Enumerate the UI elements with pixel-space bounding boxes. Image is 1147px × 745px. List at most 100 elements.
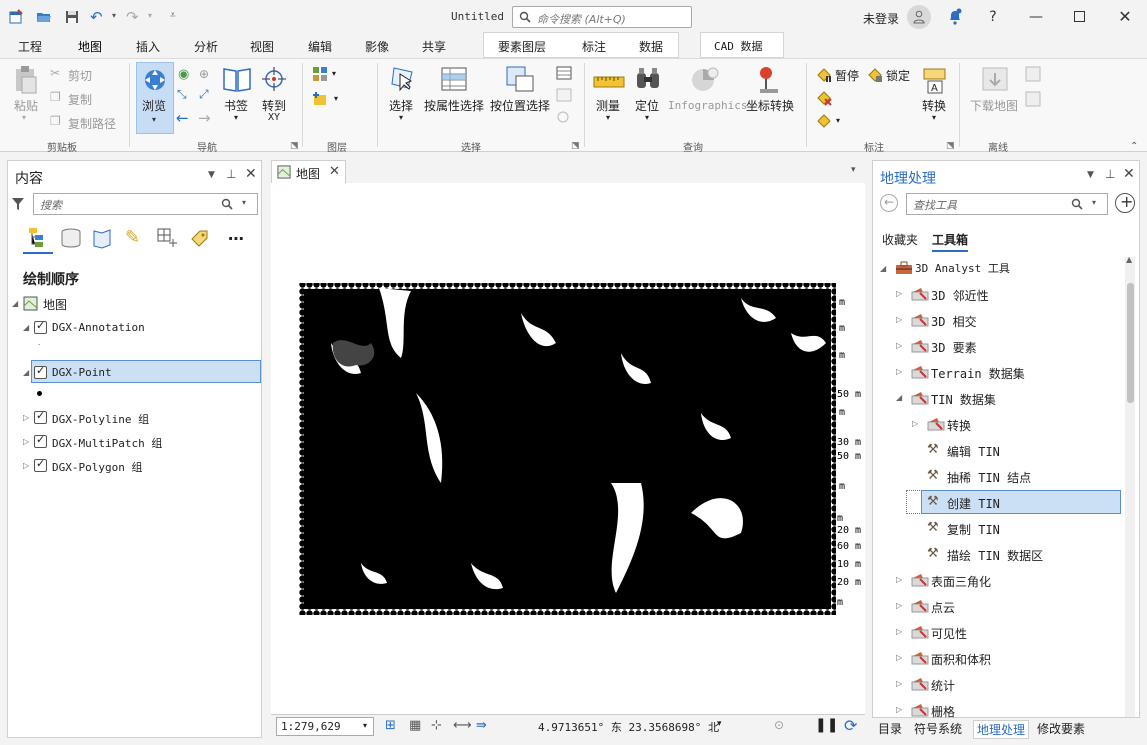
expand-map-icon[interactable]: ◢ — [12, 299, 18, 308]
tab-map[interactable]: 地图 — [78, 38, 103, 60]
pane-options-icon[interactable]: ▼ — [1087, 170, 1094, 180]
pause-labeling-icon[interactable] — [816, 67, 832, 83]
collapse-toolset-icon[interactable]: ▷ — [896, 679, 902, 688]
pause-labeling-button[interactable]: 暂停 — [835, 67, 859, 84]
coordinate-format-dropdown-icon[interactable]: ▾ — [717, 719, 722, 729]
toolset-item[interactable]: 点云 — [931, 599, 955, 623]
collapse-toolset-icon[interactable]: ▷ — [896, 601, 902, 610]
layer-visibility-checkbox[interactable] — [34, 433, 47, 448]
explore-button[interactable]: 浏览 ▾ — [136, 62, 174, 134]
collapse-toolset-icon[interactable]: ▷ — [896, 289, 902, 298]
layer-visibility-checkbox[interactable] — [34, 364, 47, 379]
copy-path-button[interactable]: 复制路径 — [68, 115, 116, 132]
maximize-button[interactable] — [1074, 11, 1085, 22]
find-tools-input[interactable]: 查找工具 ▾ — [906, 193, 1108, 215]
tab-feature-layer[interactable]: 要素图层 — [498, 38, 546, 55]
toolset-item[interactable]: 统计 — [931, 677, 955, 701]
layer-dgx-polyline[interactable]: DGX-Polyline 组 — [52, 411, 149, 427]
fixed-zoom-out-icon[interactable]: ⤢ — [199, 87, 209, 102]
toolset-item[interactable]: 3D 邻近性 — [931, 287, 989, 311]
snapping-icon[interactable]: ⊹ — [431, 718, 442, 733]
list-by-labeling-icon[interactable] — [188, 227, 210, 249]
tab-analysis[interactable]: 分析 — [194, 38, 218, 55]
locate-button[interactable]: 定位 — [635, 97, 659, 114]
collapse-layer-icon[interactable]: ▷ — [23, 437, 29, 446]
toolset-item[interactable]: 3D 相交 — [931, 313, 977, 337]
new-project-icon[interactable] — [8, 9, 24, 25]
pane-options-icon[interactable]: ▼ — [208, 170, 215, 180]
toolset-item[interactable]: 可见性 — [931, 625, 967, 649]
tab-view[interactable]: 视图 — [250, 38, 274, 55]
lock-labels-button[interactable]: 锁定 — [886, 67, 910, 84]
map-scale-selector[interactable]: 1:279,629 ▾ — [276, 717, 374, 736]
bookmarks-icon[interactable] — [222, 65, 252, 93]
toolbox-3d-analyst[interactable]: 3D Analyst 工具 — [915, 260, 1010, 284]
bottom-tab-geoprocessing[interactable]: 地理处理 — [973, 720, 1030, 739]
refresh-icon[interactable]: ⟳ — [844, 716, 857, 735]
tab-share[interactable]: 共享 — [422, 38, 446, 55]
collapse-toolset-icon[interactable]: ▷ — [896, 653, 902, 662]
toolset-item[interactable]: 表面三角化 — [931, 573, 991, 597]
toolset-item[interactable]: TIN 数据集 — [931, 391, 996, 415]
expand-toolset-icon[interactable]: ◢ — [896, 393, 902, 402]
toolset-item[interactable]: Terrain 数据集 — [931, 365, 1025, 389]
contents-search-input[interactable]: 搜索 ▾ — [33, 193, 258, 215]
basemap-icon[interactable] — [312, 66, 328, 82]
label-priority-icon[interactable] — [816, 113, 832, 129]
pin-icon[interactable]: ⊥ — [1105, 167, 1115, 181]
notification-bell-icon[interactable] — [947, 8, 963, 26]
list-by-drawing-order-button[interactable] — [23, 224, 53, 254]
locate-icon[interactable] — [634, 65, 662, 91]
tab-project[interactable]: 工程 — [18, 38, 42, 55]
select-by-attributes-icon[interactable] — [438, 64, 470, 94]
bottom-tab-catalog[interactable]: 目录 — [878, 720, 902, 737]
collapse-toolset-icon[interactable]: ▷ — [896, 367, 902, 376]
fixed-zoom-in-icon[interactable]: ⤡ — [177, 87, 187, 102]
tab-labeling[interactable]: 标注 — [582, 38, 606, 55]
layer-dgx-multipatch[interactable]: DGX-MultiPatch 组 — [52, 435, 162, 451]
more-options-icon[interactable]: ⋯ — [228, 229, 244, 248]
select-by-location-button[interactable]: 按位置选择 — [490, 97, 550, 114]
previous-extent-icon[interactable]: ← — [176, 109, 189, 127]
labeling-launcher-icon[interactable]: ⬔ — [946, 141, 955, 151]
paste-button[interactable]: 粘贴 — [14, 97, 38, 114]
measure-dropdown-icon[interactable]: ▾ — [606, 113, 610, 122]
select-by-attributes-button[interactable]: 按属性选择 — [424, 97, 484, 114]
next-extent-icon[interactable]: → — [198, 109, 211, 127]
paste-dropdown-icon[interactable]: ▾ — [22, 113, 26, 122]
save-icon[interactable] — [64, 9, 80, 25]
download-map-button[interactable]: 下载地图 — [970, 97, 1018, 114]
lock-labels-icon[interactable] — [867, 67, 883, 83]
close-pane-icon[interactable]: ✕ — [245, 166, 257, 182]
search-options-dropdown-icon[interactable]: ▾ — [242, 198, 246, 207]
clear-selection-icon[interactable] — [556, 88, 572, 102]
tab-list-dropdown-icon[interactable]: ▾ — [851, 165, 856, 175]
tab-edit[interactable]: 编辑 — [308, 38, 332, 55]
bottom-tab-symbology[interactable]: 符号系统 — [914, 720, 962, 737]
cut-button[interactable]: 剪切 — [68, 67, 92, 84]
layer-visibility-checkbox[interactable] — [34, 409, 47, 424]
select-by-location-icon[interactable] — [504, 64, 536, 94]
fixed-scale-icon[interactable]: ⊞ — [385, 718, 396, 733]
minimize-button[interactable]: — — [1027, 8, 1045, 26]
convert-coordinates-icon[interactable] — [756, 65, 782, 95]
collapse-toolset-icon[interactable]: ▷ — [912, 419, 918, 428]
selected-features-icon[interactable]: ⊙ — [774, 718, 784, 732]
tab-insert[interactable]: 插入 — [136, 38, 160, 55]
full-extent-icon[interactable]: ◉ — [178, 67, 189, 82]
zoom-to-selection-icon[interactable]: ⊕ — [199, 67, 209, 81]
tools-scrollbar[interactable]: ▲ — [1125, 255, 1135, 717]
list-by-snapping-icon[interactable] — [156, 227, 178, 249]
convert-labels-icon[interactable]: A — [921, 65, 949, 95]
select-dropdown-icon[interactable]: ▾ — [399, 113, 403, 122]
bookmarks-button[interactable]: 书签 — [224, 97, 248, 114]
close-pane-icon[interactable]: ✕ — [1123, 166, 1135, 182]
expand-toolbox-icon[interactable]: ◢ — [880, 264, 886, 273]
toolset-item[interactable]: 转换 — [947, 417, 971, 441]
map-canvas[interactable]: mmm 50 m m 30 m 50 mmm 20 m 60 m 10 m 20 mm — [271, 183, 865, 714]
help-icon[interactable]: ? — [984, 8, 1002, 26]
copy-button[interactable]: 复制 — [68, 91, 92, 108]
collapse-toolset-icon[interactable]: ▷ — [896, 315, 902, 324]
collapse-layer-icon[interactable]: ▷ — [23, 461, 29, 470]
convert-coordinates-button[interactable]: 坐标转换 — [746, 97, 794, 114]
